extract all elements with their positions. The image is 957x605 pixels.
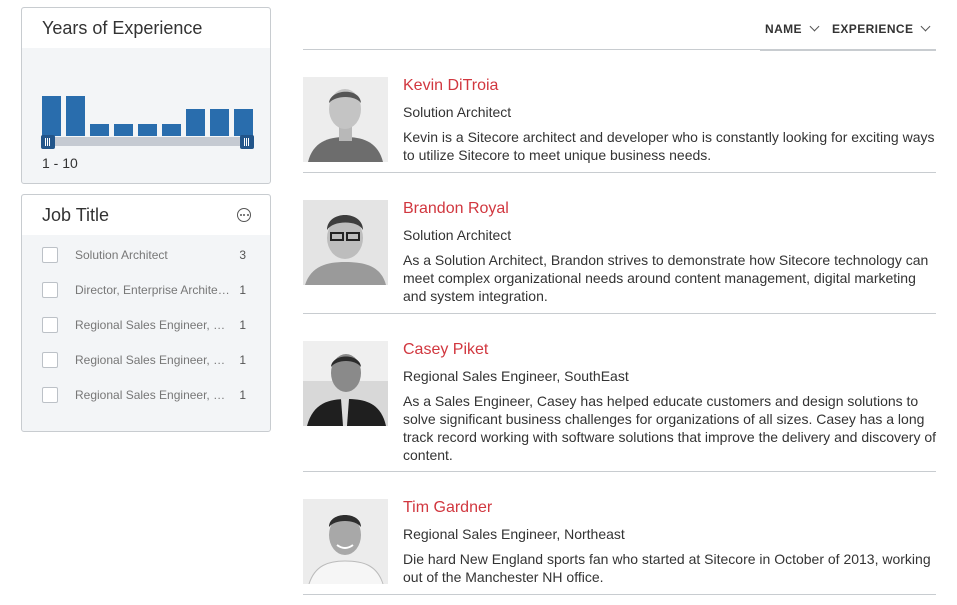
histogram-bar <box>90 124 109 136</box>
sort-name-label: NAME <box>765 22 802 36</box>
result-name-link[interactable]: Tim Gardner <box>403 499 492 517</box>
histogram-bar <box>210 109 229 136</box>
histogram-bar <box>234 109 253 136</box>
facet-checkbox[interactable] <box>42 387 58 403</box>
result-name-link[interactable]: Kevin DiTroia <box>403 77 498 95</box>
facet-checkbox[interactable] <box>42 352 58 368</box>
facet-checkbox[interactable] <box>42 317 58 333</box>
more-options-icon[interactable] <box>237 208 251 222</box>
result-item: Kevin DiTroia Solution Architect Kevin i… <box>303 77 936 173</box>
histogram-bar <box>162 124 181 136</box>
result-name-link[interactable]: Brandon Royal <box>403 200 509 218</box>
facet-value-count: 1 <box>239 283 246 297</box>
sort-name-button[interactable]: NAME <box>765 21 820 36</box>
profile-photo[interactable] <box>303 200 388 285</box>
profile-photo[interactable] <box>303 499 388 584</box>
facet-value-count: 1 <box>239 353 246 367</box>
slider-max-handle[interactable] <box>240 135 254 149</box>
sort-experience-button[interactable]: EXPERIENCE <box>832 21 931 36</box>
job-title-facet-header: Job Title <box>22 195 270 235</box>
experience-range-label: 1 - 10 <box>42 155 78 171</box>
facet-value-item[interactable]: Director, Enterprise Architecture 1 <box>22 272 270 307</box>
histogram-bar <box>66 96 85 136</box>
sort-bar: NAME EXPERIENCE <box>303 11 936 51</box>
job-title-facet: Job Title Solution Architect 3 Director, E… <box>21 194 271 432</box>
facet-value-count: 3 <box>239 248 246 262</box>
chevron-down-icon <box>809 21 820 32</box>
experience-range-slider[interactable] <box>41 135 254 149</box>
facet-value-label: Regional Sales Engineer, West <box>75 388 233 402</box>
result-item: Casey Piket Regional Sales Engineer, Sou… <box>303 341 936 472</box>
result-title: Solution Architect <box>403 104 512 120</box>
facet-checkbox[interactable] <box>42 282 58 298</box>
profile-photo[interactable] <box>303 77 388 162</box>
facet-value-label: Director, Enterprise Architecture <box>75 283 233 297</box>
histogram-bar <box>138 124 157 136</box>
experience-facet-title: Years of Experience <box>42 18 203 38</box>
sort-active-indicator <box>760 49 936 51</box>
result-name-link[interactable]: Casey Piket <box>403 341 488 359</box>
result-description: Die hard New England sports fan who star… <box>403 551 931 585</box>
result-description: As a Solution Architect, Brandon strives… <box>403 252 929 304</box>
result-description: Kevin is a Sitecore architect and develo… <box>403 129 935 163</box>
facet-checkbox[interactable] <box>42 247 58 263</box>
facet-value-item[interactable]: Regional Sales Engineer, SouthEast 1 <box>22 342 270 377</box>
facet-value-item[interactable]: Regional Sales Engineer, Northeast 1 <box>22 307 270 342</box>
result-title: Regional Sales Engineer, Northeast <box>403 526 625 542</box>
facet-value-count: 1 <box>239 388 246 402</box>
experience-histogram <box>42 88 253 136</box>
job-title-facet-title: Job Title <box>42 205 110 225</box>
facet-value-label: Solution Architect <box>75 248 168 262</box>
result-item: Tim Gardner Regional Sales Engineer, Nor… <box>303 499 936 595</box>
result-title: Solution Architect <box>403 227 512 243</box>
result-item: Brandon Royal Solution Architect As a So… <box>303 200 936 314</box>
chevron-down-icon <box>920 21 931 32</box>
profile-photo[interactable] <box>303 341 388 426</box>
facet-value-label: Regional Sales Engineer, SouthEast <box>75 353 233 367</box>
facet-value-label: Regional Sales Engineer, Northeast <box>75 318 233 332</box>
slider-min-handle[interactable] <box>41 135 55 149</box>
job-title-values: Solution Architect 3 Director, Enterprise … <box>22 237 270 412</box>
sort-experience-label: EXPERIENCE <box>832 22 914 36</box>
result-title: Regional Sales Engineer, SouthEast <box>403 368 629 384</box>
experience-facet: Years of Experience 1 - 10 <box>21 7 271 184</box>
facet-value-item[interactable]: Solution Architect 3 <box>22 237 270 272</box>
histogram-bar <box>186 109 205 136</box>
facet-value-item[interactable]: Regional Sales Engineer, West 1 <box>22 377 270 412</box>
facet-value-count: 1 <box>239 318 246 332</box>
result-description: As a Sales Engineer, Casey has helped ed… <box>403 393 937 463</box>
histogram-bar <box>42 96 61 136</box>
experience-facet-header: Years of Experience <box>22 8 270 48</box>
histogram-bar <box>114 124 133 136</box>
